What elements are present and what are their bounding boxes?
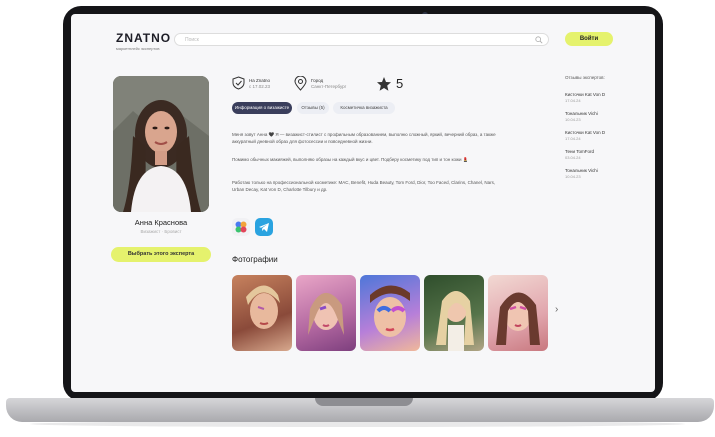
stat-znatno-title: На Znatno — [249, 78, 271, 83]
review-item-name: Кисточки Kat Von D — [565, 92, 606, 97]
about-paragraph-1: Меня зовут Анна 🖤 Я — визажист-стилист с… — [232, 132, 496, 144]
telegram-icon[interactable] — [255, 218, 273, 236]
about-paragraph-2: Помимо обычных макияжей, выполняю образы… — [232, 157, 469, 162]
search-input[interactable]: Поиск — [174, 33, 549, 46]
review-item[interactable]: Кисточки Kat Von D 17.04.24 — [565, 130, 635, 141]
review-item-date: 17.04.24 — [565, 136, 581, 141]
expert-name: Анна Краснова — [134, 218, 188, 227]
review-item-date: 03.04.24 — [565, 155, 581, 160]
review-item-name: Тональник Vichi — [565, 168, 598, 173]
review-item[interactable]: Тени TomFord 03.04.24 — [565, 149, 635, 160]
vk-messenger-icon[interactable] — [232, 218, 250, 236]
portfolio-photo[interactable] — [232, 275, 292, 351]
stat-znatno: На Znatno с 17.02.23 — [232, 76, 292, 94]
search-icon[interactable] — [535, 36, 543, 44]
review-item-date: 10.04.23 — [565, 174, 581, 179]
search-placeholder: Поиск — [185, 37, 199, 43]
photos-title: Фотографии — [232, 255, 278, 264]
location-pin-icon — [294, 76, 307, 91]
laptop-mockup: ZNATNO маркетплейс экспертов Поиск Войти — [0, 0, 715, 437]
portfolio-photo[interactable] — [488, 275, 548, 351]
review-item-name: Тени TomFord — [565, 149, 595, 154]
tab-reviews[interactable]: Отзывы (5) — [297, 102, 329, 114]
review-item-name: Кисточки Kat Von D — [565, 130, 606, 135]
review-item[interactable]: Тональник Vichi 10.04.23 — [565, 111, 635, 122]
stat-city-value: Санкт-Петербург — [311, 84, 347, 89]
sidebar-heading: Отзывы экспертов: — [565, 75, 605, 80]
choose-expert-button[interactable]: Выбрать этого эксперта — [111, 247, 211, 262]
logo-subtitle: маркетплейс экспертов — [116, 46, 160, 51]
about-paragraph-3: Работаю только на профессиональной косме… — [232, 180, 496, 192]
review-item-date: 10.04.23 — [565, 117, 581, 122]
tab-cosmetics[interactable]: Косметичка визажиста — [333, 102, 395, 114]
tab-info[interactable]: Информация о визажисте — [232, 102, 292, 114]
stat-znatno-since: с 17.02.23 — [249, 84, 271, 89]
chevron-right-icon[interactable]: › — [555, 304, 558, 315]
login-button[interactable]: Войти — [565, 32, 613, 46]
stat-city-title: Город — [311, 78, 324, 83]
screen: ZNATNO маркетплейс экспертов Поиск Войти — [71, 14, 655, 392]
portfolio-photo[interactable] — [424, 275, 484, 351]
shield-check-icon — [232, 76, 245, 90]
expert-role: Визажист · Бровист — [140, 229, 182, 234]
laptop-base — [6, 398, 714, 422]
star-icon — [377, 77, 391, 91]
review-item[interactable]: Кисточки Kat Von D 17.04.24 — [565, 92, 635, 103]
expert-avatar — [113, 76, 209, 212]
stat-city: Город Санкт-Петербург — [294, 76, 369, 94]
logo-title: ZNATNO — [116, 31, 172, 45]
base-notch — [315, 398, 413, 406]
rating-value: 5 — [396, 76, 404, 91]
review-item-name: Тональник Vichi — [565, 111, 598, 116]
portfolio-photo[interactable] — [296, 275, 356, 351]
review-item-date: 17.04.24 — [565, 98, 581, 103]
portfolio-photo[interactable] — [360, 275, 420, 351]
logo[interactable]: ZNATNO маркетплейс экспертов — [116, 31, 171, 51]
review-item[interactable]: Тональник Vichi 10.04.23 — [565, 168, 635, 179]
